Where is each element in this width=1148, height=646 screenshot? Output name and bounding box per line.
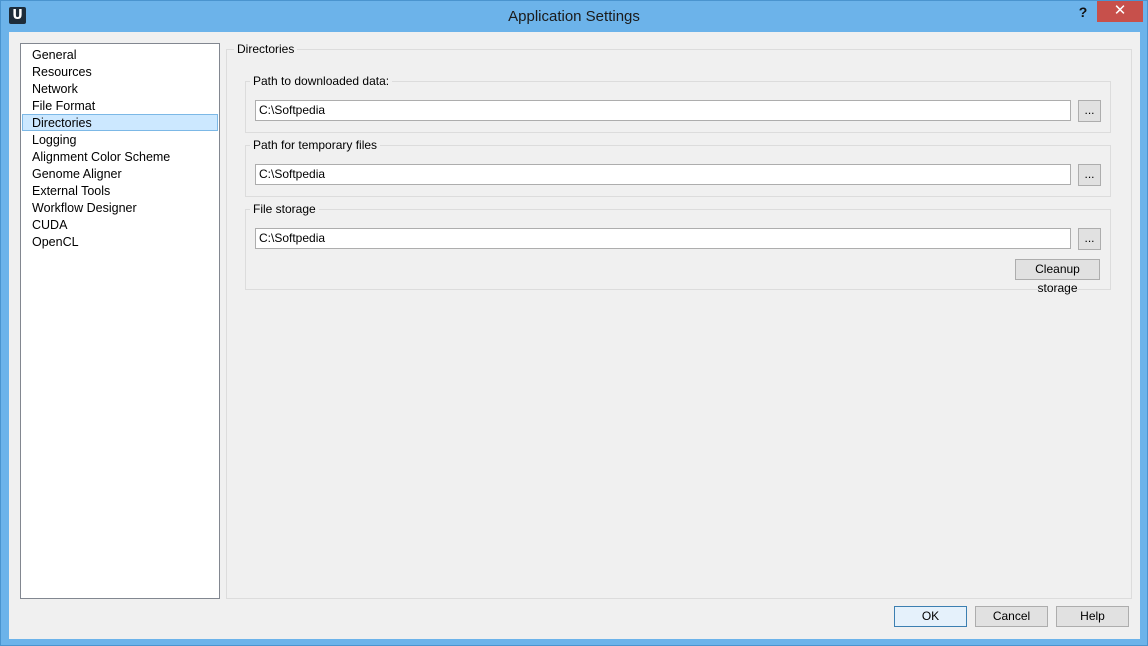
file-storage-group [245,209,1111,290]
window-title: Application Settings [508,8,640,25]
file-storage-label: File storage [250,202,319,216]
temporary-files-browse-button[interactable]: ... [1078,164,1101,186]
nav-item-logging[interactable]: Logging [22,131,218,148]
settings-category-list[interactable]: General Resources Network File Format Di… [20,43,220,599]
nav-item-genome-aligner[interactable]: Genome Aligner [22,165,218,182]
nav-item-opencl[interactable]: OpenCL [22,233,218,250]
panel-title: Directories [234,42,298,56]
downloaded-data-browse-button[interactable]: ... [1078,100,1101,122]
nav-item-resources[interactable]: Resources [22,63,218,80]
temporary-files-label: Path for temporary files [250,138,381,152]
downloaded-data-path-input[interactable]: C:\Softpedia [255,100,1071,121]
nav-item-directories[interactable]: Directories [22,114,218,131]
cleanup-storage-button[interactable]: Cleanup storage [1015,259,1100,295]
nav-item-workflow-designer[interactable]: Workflow Designer [22,199,218,216]
help-button[interactable]: Help [1056,606,1129,627]
nav-item-network[interactable]: Network [22,80,218,97]
help-icon[interactable]: ? [1071,2,1095,24]
close-icon[interactable]: ✕ [1097,1,1143,22]
nav-item-file-format[interactable]: File Format [22,97,218,114]
nav-item-general[interactable]: General [22,46,218,63]
downloaded-data-label: Path to downloaded data: [250,74,393,88]
settings-window: U Application Settings ? ✕ General Resou… [0,0,1148,646]
temporary-files-path-input[interactable]: C:\Softpedia [255,164,1071,185]
file-storage-browse-button[interactable]: ... [1078,228,1101,250]
title-bar[interactable]: U Application Settings ? ✕ [1,1,1147,32]
dialog-body: General Resources Network File Format Di… [9,32,1140,639]
file-storage-path-input[interactable]: C:\Softpedia [255,228,1071,249]
nav-item-external-tools[interactable]: External Tools [22,182,218,199]
nav-item-alignment-color-scheme[interactable]: Alignment Color Scheme [22,148,218,165]
ok-button[interactable]: OK [894,606,967,627]
cancel-button[interactable]: Cancel [975,606,1048,627]
nav-item-cuda[interactable]: CUDA [22,216,218,233]
